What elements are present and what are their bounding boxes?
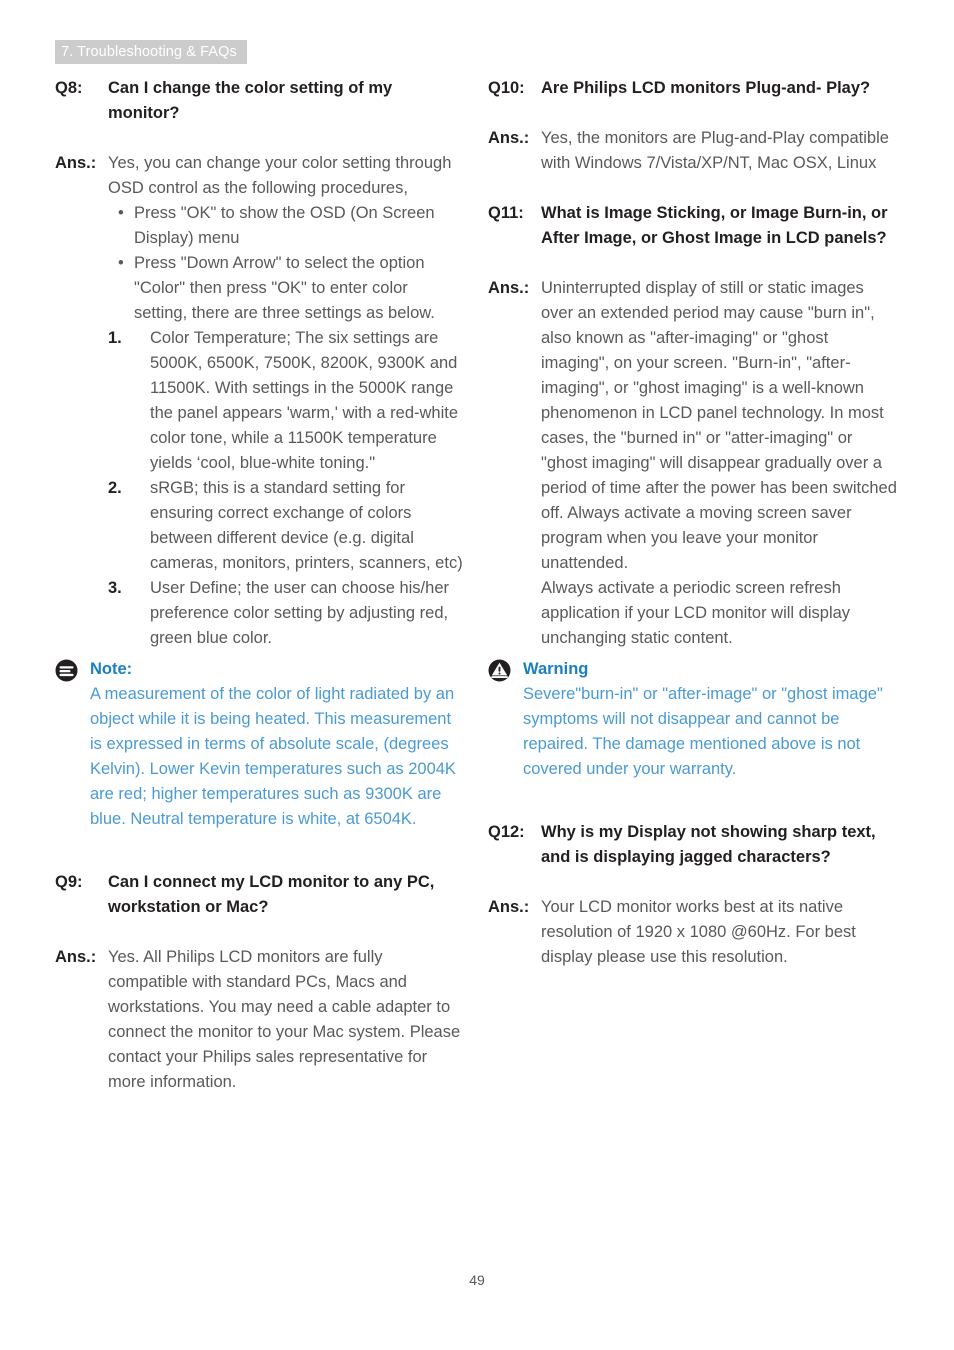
note-callout: Note: A measurement of the color of ligh…: [55, 657, 465, 832]
document-page: 7. Troubleshooting & FAQs Q8: Can I chan…: [0, 0, 954, 1350]
answer-intro-q8: Yes, you can change your color setting t…: [108, 154, 452, 197]
qa-block-q12: Q12: Why is my Display not showing sharp…: [488, 820, 898, 970]
question-row-q10: Q10: Are Philips LCD monitors Plug-and- …: [488, 76, 898, 101]
answer-paragraph-1-q11: Uninterrupted display of still or static…: [541, 279, 897, 572]
question-text-q10: Are Philips LCD monitors Plug-and- Play?: [541, 79, 871, 97]
answer-label-q9: Ans.:: [55, 948, 97, 966]
warning-body: Severe"burn-in" or "after-image" or "gho…: [523, 685, 883, 778]
question-label-q9: Q9:: [55, 873, 83, 891]
answer-bullets-q8: Press "OK" to show the OSD (On Screen Di…: [108, 201, 465, 326]
answer-label-q10: Ans.:: [488, 129, 530, 147]
answer-numbered-q8: 1. Color Temperature; The six settings a…: [108, 326, 465, 651]
chapter-banner: 7. Troubleshooting & FAQs: [55, 40, 247, 64]
list-item-number: 3.: [108, 579, 122, 597]
question-label-q10: Q10:: [488, 79, 525, 97]
qa-block-q9: Q9: Can I connect my LCD monitor to any …: [55, 870, 465, 1095]
answer-paragraph-2-q11: Always activate a periodic screen refres…: [541, 579, 851, 647]
page-number: 49: [469, 1272, 485, 1288]
qa-block-q11: Q11: What is Image Sticking, or Image Bu…: [488, 201, 898, 651]
answer-text-q9: Yes. All Philips LCD monitors are fully …: [108, 948, 461, 1091]
list-item-text: sRGB; this is a standard setting for ens…: [150, 479, 463, 572]
answer-row-q9: Ans.: Yes. All Philips LCD monitors are …: [55, 945, 465, 1095]
question-label-q12: Q12:: [488, 823, 525, 841]
answer-label-q8: Ans.:: [55, 154, 97, 172]
answer-row-q11: Ans.: Uninterrupted display of still or …: [488, 276, 898, 651]
list-item-text: Color Temperature; The six settings are …: [150, 329, 459, 472]
qa-block-q10: Q10: Are Philips LCD monitors Plug-and- …: [488, 76, 898, 176]
note-body: A measurement of the color of light radi…: [90, 685, 456, 828]
question-text-q12: Why is my Display not showing sharp text…: [541, 823, 876, 866]
answer-row-q10: Ans.: Yes, the monitors are Plug-and-Pla…: [488, 126, 898, 176]
qa-block-q8: Q8: Can I change the color setting of my…: [55, 76, 465, 651]
answer-body-q8: Yes, you can change your color setting t…: [108, 151, 465, 651]
answer-label-q11: Ans.:: [488, 279, 530, 297]
list-item-text: User Define; the user can choose his/her…: [150, 579, 449, 647]
warning-callout: Warning Severe"burn-in" or "after-image"…: [488, 657, 898, 782]
question-label-q11: Q11:: [488, 204, 524, 222]
answer-row-q12: Ans.: Your LCD monitor works best at its…: [488, 895, 898, 970]
note-icon: [55, 659, 78, 682]
list-item: Press "Down Arrow" to select the option …: [117, 251, 465, 326]
left-column: Q8: Can I change the color setting of my…: [55, 76, 465, 1095]
list-item: 3. User Define; the user can choose his/…: [108, 576, 465, 651]
list-item-number: 1.: [108, 329, 122, 347]
answer-text-q12: Your LCD monitor works best at its nativ…: [541, 898, 856, 966]
list-item: 1. Color Temperature; The six settings a…: [108, 326, 465, 476]
answer-text-q10: Yes, the monitors are Plug-and-Play comp…: [541, 129, 889, 172]
answer-body-q11: Uninterrupted display of still or static…: [541, 276, 898, 651]
right-column: Q10: Are Philips LCD monitors Plug-and- …: [488, 76, 898, 970]
question-row-q12: Q12: Why is my Display not showing sharp…: [488, 820, 898, 870]
question-text-q11: What is Image Sticking, or Image Burn-in…: [541, 204, 888, 247]
list-item: 2. sRGB; this is a standard setting for …: [108, 476, 465, 576]
warning-heading: Warning: [523, 660, 589, 678]
answer-row-q8: Ans.: Yes, you can change your color set…: [55, 151, 465, 651]
list-item-number: 2.: [108, 479, 122, 497]
question-label-q8: Q8:: [55, 79, 83, 97]
warning-icon: [488, 659, 511, 682]
note-heading: Note:: [90, 660, 133, 678]
question-row-q11: Q11: What is Image Sticking, or Image Bu…: [488, 201, 898, 251]
question-text-q8: Can I change the color setting of my mon…: [108, 79, 393, 122]
list-item: Press "OK" to show the OSD (On Screen Di…: [117, 201, 465, 251]
question-row-q9: Q9: Can I connect my LCD monitor to any …: [55, 870, 465, 920]
question-row-q8: Q8: Can I change the color setting of my…: [55, 76, 465, 126]
question-text-q9: Can I connect my LCD monitor to any PC, …: [108, 873, 435, 916]
answer-label-q12: Ans.:: [488, 898, 530, 916]
